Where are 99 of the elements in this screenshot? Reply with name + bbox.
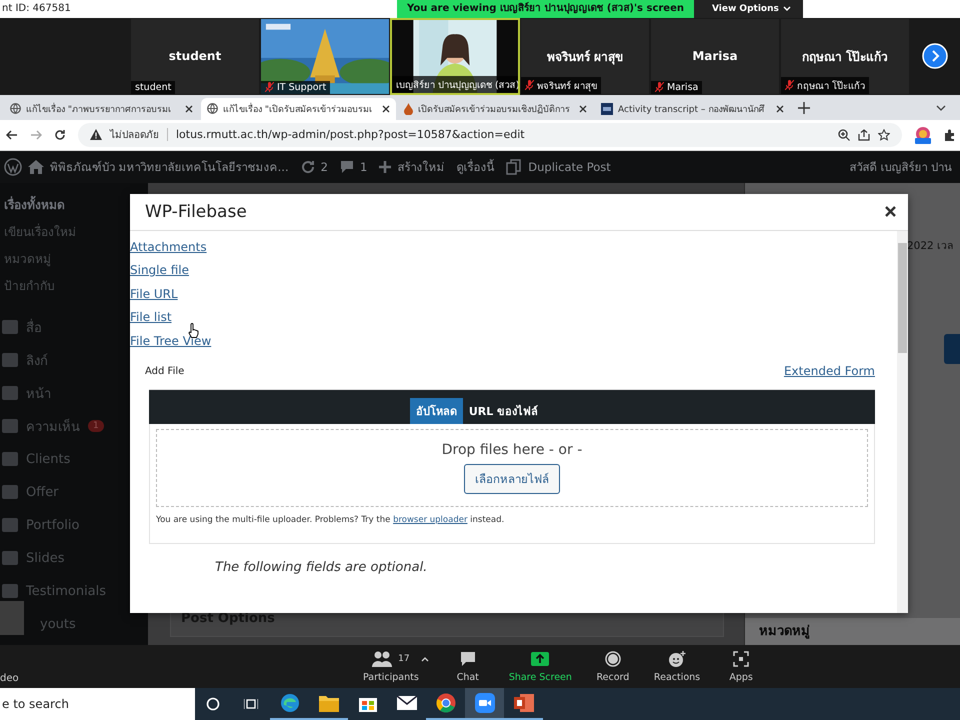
chat-icon — [460, 651, 476, 668]
chevron-down-icon[interactable] — [936, 104, 946, 111]
insert-option-link[interactable]: File URL — [130, 286, 178, 304]
caret-up-icon[interactable] — [420, 656, 429, 662]
wordpress-logo-icon[interactable] — [4, 158, 22, 176]
extended-form-link[interactable]: Extended Form — [784, 363, 875, 381]
reactions-icon — [668, 651, 686, 668]
video-label[interactable]: deo — [0, 673, 19, 684]
greeting-text[interactable]: สวัสดี เบญสิร์ยา ปาน — [850, 158, 952, 176]
taskbar-app[interactable] — [465, 688, 504, 720]
hand-cursor-icon — [188, 322, 200, 338]
publish-date-text: 2022 เวล — [907, 238, 954, 254]
browser-tab[interactable]: แก้ไขเรื่อง "ภาพบรรยากาศการอบรมเ — [4, 98, 199, 120]
insert-option-link[interactable]: Attachments — [130, 238, 207, 256]
participant-name: Marisa — [692, 49, 738, 64]
home-icon — [28, 160, 44, 174]
presentation-icon — [514, 694, 534, 712]
caret-icon — [782, 6, 791, 12]
close-icon[interactable] — [885, 206, 896, 218]
close-tab-icon[interactable] — [382, 104, 390, 113]
uploader-tab[interactable]: URL ของไฟล์ — [462, 398, 544, 424]
updates-count[interactable]: 2 — [320, 160, 328, 174]
video-thumbnail — [0, 601, 24, 636]
sidebar-item[interactable]: เรื่องทั้งหมด — [0, 190, 65, 218]
browser-tab[interactable]: Activity transcript – กองพัฒนานักศึ — [595, 98, 790, 120]
browser-tab[interactable]: แก้ไขเรื่อง "เปิดรับสมัครเข้าร่วมอบรมเ — [201, 98, 396, 120]
participant-name: student — [168, 49, 222, 64]
browser-uploader-link[interactable]: browser uploader — [393, 514, 468, 525]
comments-count[interactable]: 1 — [360, 160, 368, 174]
zoom-icon[interactable] — [838, 128, 850, 141]
close-tab-icon[interactable] — [579, 104, 587, 113]
participant-label: IT Support — [261, 80, 330, 94]
back-icon[interactable] — [6, 128, 18, 141]
drop-zone[interactable]: Drop files here - or - เลือกหลายไฟล์ — [156, 428, 868, 507]
security-label: ไม่ปลอดภัย — [110, 128, 159, 142]
view-options-button[interactable]: View Options — [694, 0, 803, 18]
view-post-link[interactable]: ดูเรื่องนี้ — [456, 158, 494, 176]
record-icon — [604, 651, 621, 668]
count-badge: 1 — [88, 420, 104, 432]
new-tab-icon[interactable] — [798, 102, 810, 114]
scrollbar[interactable] — [897, 230, 908, 613]
search-box[interactable]: e to search — [0, 688, 195, 720]
select-files-button[interactable]: เลือกหลายไฟล์ — [464, 464, 560, 494]
profile-icon[interactable] — [914, 126, 932, 144]
participant-label: พจรินทร์ ผาสุข — [521, 76, 602, 94]
site-name-link[interactable]: พิพิธภัณฑ์บัว มหาวิทยาลัยเทคโนโลยีราชมงค... — [50, 158, 289, 176]
toolbar-button[interactable]: Reactions — [646, 650, 708, 684]
video-camera-icon — [474, 693, 494, 713]
participant-name: กฤษณา โป๊ะแก้ว — [802, 48, 888, 66]
duplicate-icon — [506, 158, 522, 175]
search-field[interactable]: e to search — [0, 696, 184, 712]
browser-tab[interactable]: เปิดรับสมัครเข้าร่วมอบรมเชิงปฏิบัติการ — [398, 98, 593, 120]
site-logo-icon — [601, 102, 613, 115]
participant-name: พจรินทร์ ผาสุข — [546, 48, 624, 66]
drop-files-text: Drop files here - or - — [442, 442, 582, 458]
globe-icon — [10, 103, 21, 114]
next-page-icon[interactable] — [922, 43, 948, 70]
viewing-banner: You are viewing เบญสิร์ยา ปานปุญญเดช (สวส)'s screen — [397, 0, 694, 18]
task-view-icon[interactable] — [244, 697, 258, 711]
reload-icon[interactable] — [54, 128, 66, 141]
toolbar-button[interactable]: Chat — [438, 650, 497, 684]
toolbar-button[interactable]: Share Screen — [500, 650, 580, 684]
insert-option-link[interactable]: File Tree View — [130, 332, 212, 350]
plus-icon — [379, 160, 392, 173]
participant-label: Marisa — [651, 80, 702, 94]
globe-icon — [207, 103, 218, 114]
new-link[interactable]: สร้างใหม่ — [397, 158, 444, 176]
toolbar-button[interactable]: 17 Participants — [355, 650, 427, 684]
updates-icon — [300, 160, 315, 174]
insert-option-link[interactable]: Single file — [130, 262, 189, 280]
people-icon — [372, 651, 394, 668]
edge-icon — [280, 693, 300, 713]
chrome-icon — [436, 693, 456, 713]
meeting-id: nt ID: 467581 — [1, 3, 71, 14]
close-tab-icon[interactable] — [776, 104, 784, 113]
insert-option-link[interactable]: File list — [130, 309, 172, 327]
categories-heading: หมวดหมู่ — [745, 618, 960, 646]
close-tab-icon[interactable] — [185, 104, 193, 113]
optional-fields-text: The following fields are optional. — [215, 560, 428, 575]
address-field[interactable]: ไม่ปลอดภัย lotus.rmutt.ac.th/wp-admin/post.php?post=10587&action=edit — [78, 122, 902, 147]
apps-icon — [733, 651, 750, 668]
toolbar-button[interactable]: Record — [584, 650, 642, 684]
url-text: lotus.rmutt.ac.th/wp-admin/post.php?post=10587&action=edit — [167, 128, 525, 142]
share-icon[interactable] — [858, 128, 870, 141]
uploader-tab[interactable]: อัปโหลด — [410, 398, 463, 424]
participant-label: กฤษณา โป๊ะแก้ว — [781, 76, 870, 94]
duplicate-post-link[interactable]: Duplicate Post — [528, 160, 611, 174]
participant-label: student — [131, 80, 176, 94]
mail-icon — [396, 696, 416, 710]
uploader-note: You are using the multi-file uploader. Problems? Try the browser uploader instead. — [156, 514, 506, 525]
star-icon[interactable] — [878, 128, 890, 141]
share-screen-icon — [531, 652, 550, 666]
dialog-title: WP-Filebase — [145, 202, 247, 222]
cortana-icon[interactable] — [206, 697, 220, 711]
toolbar-button[interactable]: Apps — [712, 650, 770, 684]
extensions-icon[interactable] — [944, 128, 956, 141]
flame-icon — [404, 102, 413, 115]
add-file-heading: Add File — [145, 366, 184, 378]
warning-icon — [90, 129, 102, 140]
